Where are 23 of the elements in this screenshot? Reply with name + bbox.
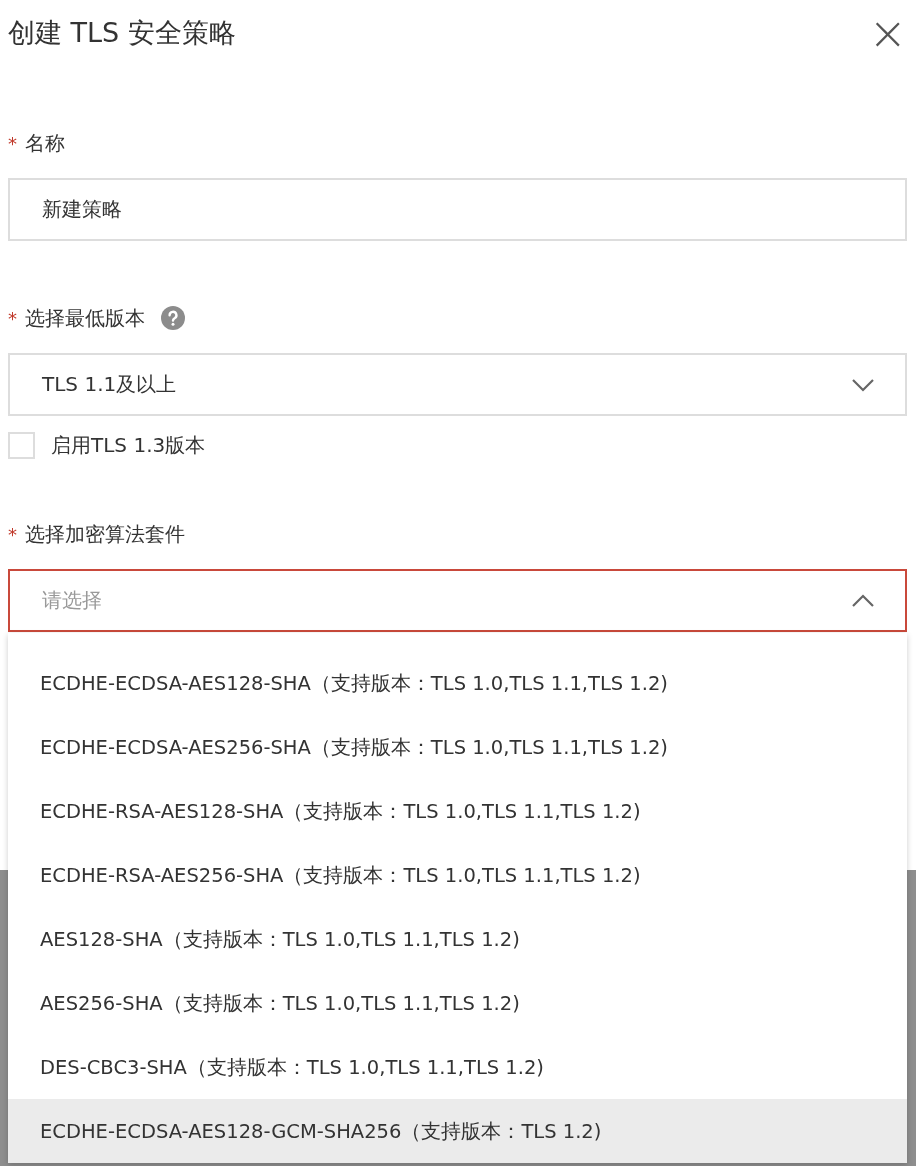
required-mark: *	[8, 307, 17, 329]
name-input[interactable]: 新建策略	[8, 178, 907, 241]
dropdown-option[interactable]: ECDHE-ECDSA-AES128-SHA（支持版本：TLS 1.0,TLS 1.1,TLS 1.2)	[8, 651, 907, 715]
checkbox[interactable]	[8, 432, 35, 459]
dialog-title: 创建 TLS 安全策略	[8, 16, 236, 50]
dropdown-option[interactable]: DES-CBC3-SHA（支持版本：TLS 1.0,TLS 1.1,TLS 1.2)	[8, 1035, 907, 1099]
dropdown-option[interactable]: AES128-SHA（支持版本：TLS 1.0,TLS 1.1,TLS 1.2)	[8, 907, 907, 971]
required-mark: *	[8, 523, 17, 545]
select-field[interactable]: TLS 1.1及以上	[8, 353, 907, 416]
help-icon[interactable]	[161, 306, 185, 330]
dropdown-option[interactable]: ECDHE-ECDSA-AES128-GCM-SHA256（支持版本：TLS 1.2)	[8, 1099, 907, 1163]
chevron-up-icon	[851, 593, 875, 608]
dropdown-option[interactable]: ECDHE-RSA-AES128-SHA（支持版本：TLS 1.0,TLS 1.1,TLS 1.2)	[8, 779, 907, 843]
field-label: 选择加密算法套件	[25, 520, 185, 548]
close-button[interactable]: ×	[868, 10, 907, 56]
field-label: 选择最低版本	[25, 304, 145, 332]
dropdown-option[interactable]: ECDHE-ECDSA-AES256-SHA（支持版本：TLS 1.0,TLS 1.1,TLS 1.2)	[8, 715, 907, 779]
dropdown-option[interactable]: ECDHE-RSA-AES256-SHA（支持版本：TLS 1.0,TLS 1.1,TLS 1.2)	[8, 843, 907, 907]
chevron-down-icon	[851, 377, 875, 392]
required-mark: *	[8, 132, 17, 154]
checkbox-label: 启用TLS 1.3版本	[51, 432, 206, 459]
dropdown-option[interactable]: AES256-SHA（支持版本：TLS 1.0,TLS 1.1,TLS 1.2)	[8, 971, 907, 1035]
field-label: 名称	[25, 129, 65, 157]
